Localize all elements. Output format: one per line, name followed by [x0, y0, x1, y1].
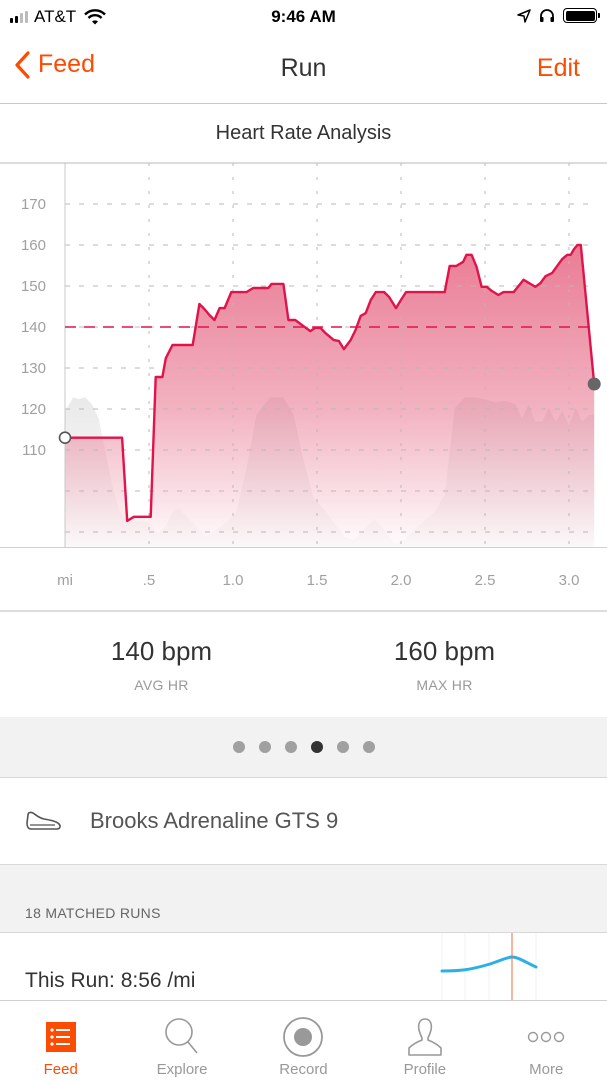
page-dot-5[interactable] [336, 741, 349, 753]
max-hr-stat: 160 bpm MAX HR [303, 612, 606, 718]
gear-label: Brooks Adrenaline GTS 9 [90, 808, 339, 833]
matched-run-row[interactable]: This Run: 8:56 /mi [0, 933, 607, 1001]
feed-icon [45, 1022, 76, 1052]
tab-more-label: More [529, 1061, 564, 1078]
avg-hr-label: AVG HR [134, 677, 189, 693]
y-tick-label-150: 150 [21, 278, 46, 295]
page-dot-6[interactable] [362, 741, 375, 753]
y-tick-label-170: 170 [21, 196, 46, 213]
record-icon [283, 1017, 324, 1057]
x-tick-label-1.5: 1.5 [307, 572, 328, 589]
tab-feed[interactable]: Feed [0, 1001, 121, 1081]
more-icon [528, 1031, 565, 1043]
battery-icon [563, 8, 600, 23]
this-run-pace: This Run: 8:56 /mi [25, 969, 196, 992]
search-icon [165, 1018, 198, 1054]
y-tick-label-120: 120 [21, 401, 46, 418]
location-icon [517, 8, 531, 23]
x-tick-label-1.0: 1.0 [223, 572, 244, 589]
start-marker [58, 431, 72, 445]
tab-record[interactable]: Record [243, 1001, 364, 1081]
page-indicator[interactable] [0, 717, 607, 778]
heart-rate-chart[interactable]: 170 160 150 140 130 120 110 .5 1.0 1.5 2.0 2.5 3.0 mi [0, 163, 607, 611]
end-marker [587, 377, 601, 391]
status-bar: AT&T 9:46 AM [0, 0, 607, 36]
page-dot-2[interactable] [258, 741, 271, 753]
tab-record-label: Record [279, 1061, 328, 1078]
tab-explore-label: Explore [156, 1061, 208, 1078]
heart-rate-chart-svg: 170 160 150 140 130 120 110 .5 1.0 1.5 2.0 2.5 3.0 mi [0, 163, 607, 611]
tab-feed-label: Feed [43, 1061, 78, 1078]
gear-row[interactable]: Brooks Adrenaline GTS 9 [0, 778, 607, 865]
clock: 9:46 AM [271, 7, 336, 26]
x-tick-label-2.5: 2.5 [475, 572, 496, 589]
page-title: Run [280, 54, 327, 82]
page-dot-1[interactable] [232, 741, 245, 753]
y-tick-label-160: 160 [21, 237, 46, 254]
y-tick-label-140: 140 [21, 319, 46, 336]
profile-icon [408, 1018, 442, 1056]
x-tick-label-.5: .5 [143, 572, 156, 589]
avg-hr-value: 140 bpm [110, 636, 213, 666]
x-tick-label-3.0: 3.0 [559, 572, 580, 589]
x-axis-unit-label: mi [57, 572, 73, 589]
page-dot-4[interactable] [310, 741, 323, 753]
hr-stats: 140 bpm AVG HR 160 bpm MAX HR [0, 611, 607, 718]
tab-profile[interactable]: Profile [364, 1001, 485, 1081]
y-tick-label-110: 110 [22, 442, 46, 459]
y-tick-label-130: 130 [21, 360, 46, 377]
tab-profile-label: Profile [403, 1061, 447, 1078]
status-right [517, 8, 600, 23]
max-hr-value: 160 bpm [393, 636, 496, 666]
tab-bar: Feed Explore Record Profile More [0, 1000, 607, 1081]
x-tick-label-2.0: 2.0 [391, 572, 412, 589]
headphones-icon [540, 9, 554, 22]
edit-button[interactable]: Edit [537, 54, 580, 83]
matched-runs-count: 18 MATCHED RUNS [25, 905, 161, 921]
tab-more[interactable]: More [486, 1001, 607, 1081]
section-title: Heart Rate Analysis [0, 104, 607, 163]
page-dot-3[interactable] [284, 741, 297, 753]
pace-trend-sparkline [440, 933, 538, 1001]
shoe-icon [26, 811, 61, 830]
avg-hr-stat: 140 bpm AVG HR [0, 612, 303, 718]
max-hr-label: MAX HR [416, 677, 473, 693]
tab-explore[interactable]: Explore [121, 1001, 242, 1081]
navigation-bar: Feed Run Edit [0, 36, 607, 104]
matched-runs-header: 18 MATCHED RUNS [0, 865, 607, 933]
